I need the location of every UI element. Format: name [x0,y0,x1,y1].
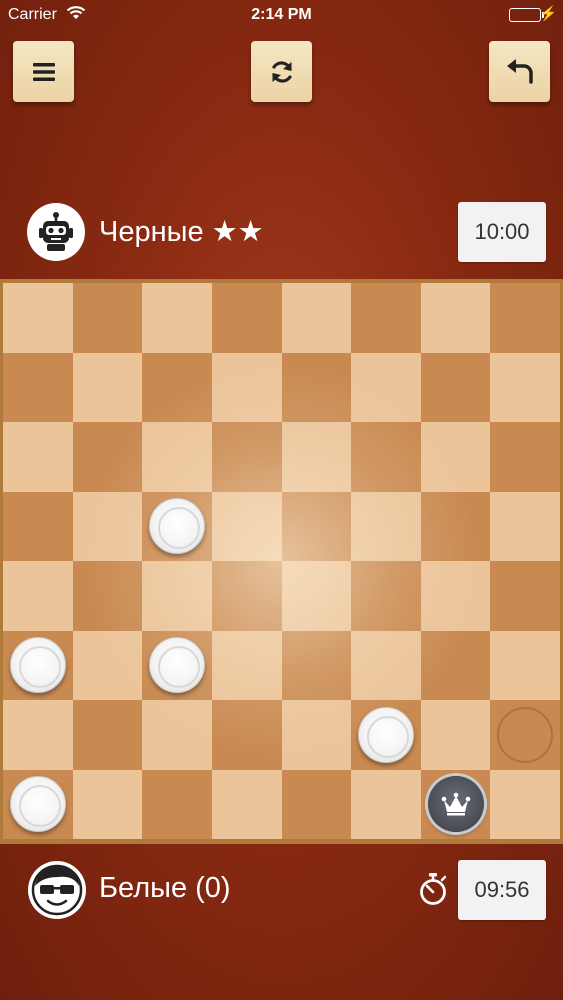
board-square[interactable] [3,491,73,561]
board-square[interactable] [490,630,560,700]
board-square[interactable] [490,352,560,422]
board-frame [0,279,563,844]
board-square[interactable] [142,422,212,492]
white-piece[interactable] [9,776,66,833]
board-square[interactable] [420,283,491,353]
board-square[interactable] [3,700,73,770]
board-square[interactable] [72,283,143,353]
opponent-name: Черные ★★ [99,216,264,248]
board-square[interactable] [211,422,282,492]
board-square[interactable] [420,491,491,561]
menu-button[interactable] [13,41,74,102]
board-square[interactable] [72,561,143,631]
restart-button[interactable] [251,41,312,102]
board-square[interactable] [211,700,282,770]
white-piece[interactable] [149,498,206,555]
white-piece[interactable] [357,706,414,763]
board-square[interactable] [281,283,352,353]
refresh-icon [271,60,292,83]
white-piece[interactable] [149,637,206,694]
board-square[interactable] [351,769,421,839]
board-square[interactable] [281,630,352,700]
board-square[interactable] [211,352,282,422]
board-square[interactable] [351,352,421,422]
board-square[interactable] [3,422,73,492]
board-square[interactable] [351,491,421,561]
board-square[interactable] [142,352,212,422]
board-square[interactable] [281,769,352,839]
robot-icon [39,212,73,251]
board-square[interactable] [3,561,73,631]
board-square[interactable] [211,561,282,631]
opponent-clock: 10:00 [458,202,546,262]
hamburger-icon [32,62,55,81]
checkers-board[interactable] [3,283,560,839]
board-square[interactable] [420,630,491,700]
battery-icon [509,8,541,22]
board-square[interactable] [490,491,560,561]
stopwatch-icon [418,872,448,911]
black-king-piece[interactable] [427,776,484,833]
player-clock: 09:56 [458,860,546,920]
board-square[interactable] [142,561,212,631]
board-square[interactable] [420,422,491,492]
board-square[interactable] [420,700,491,770]
undo-button[interactable] [489,41,550,102]
player-avatar [28,861,86,919]
board-square[interactable] [351,561,421,631]
board-square[interactable] [211,769,282,839]
board-square[interactable] [351,283,421,353]
board-square[interactable] [72,491,143,561]
board-square[interactable] [281,561,352,631]
board-square[interactable] [72,630,143,700]
status-time: 2:14 PM [251,6,312,23]
board-square[interactable] [72,352,143,422]
board-square[interactable] [490,283,560,353]
board-square[interactable] [72,700,143,770]
charging-bolt-icon: ⚡ [539,5,557,21]
board-square[interactable] [281,491,352,561]
white-piece[interactable] [9,637,66,694]
board-square[interactable] [142,769,212,839]
board-square[interactable] [351,422,421,492]
board-square[interactable] [211,491,282,561]
board-square[interactable] [281,422,352,492]
board-square[interactable] [420,561,491,631]
board-square[interactable] [72,422,143,492]
board-square[interactable] [72,769,143,839]
board-square[interactable] [3,283,73,353]
undo-arrow-icon [506,58,533,84]
board-square[interactable] [351,630,421,700]
board-square[interactable] [490,422,560,492]
nerd-face-icon [31,864,83,916]
board-square[interactable] [211,630,282,700]
board-square[interactable] [3,352,73,422]
board-square[interactable] [142,700,212,770]
crown-icon [441,792,470,816]
status-bar: Carrier 2:14 PM ⚡ [0,0,563,30]
board-square[interactable] [211,283,282,353]
move-hint[interactable] [497,706,554,763]
opponent-avatar [27,203,85,261]
board-square[interactable] [490,561,560,631]
board-square[interactable] [281,700,352,770]
board-square[interactable] [142,283,212,353]
board-square[interactable] [490,769,560,839]
board-square[interactable] [281,352,352,422]
board-square[interactable] [420,352,491,422]
player-name: Белые (0) [99,872,231,904]
